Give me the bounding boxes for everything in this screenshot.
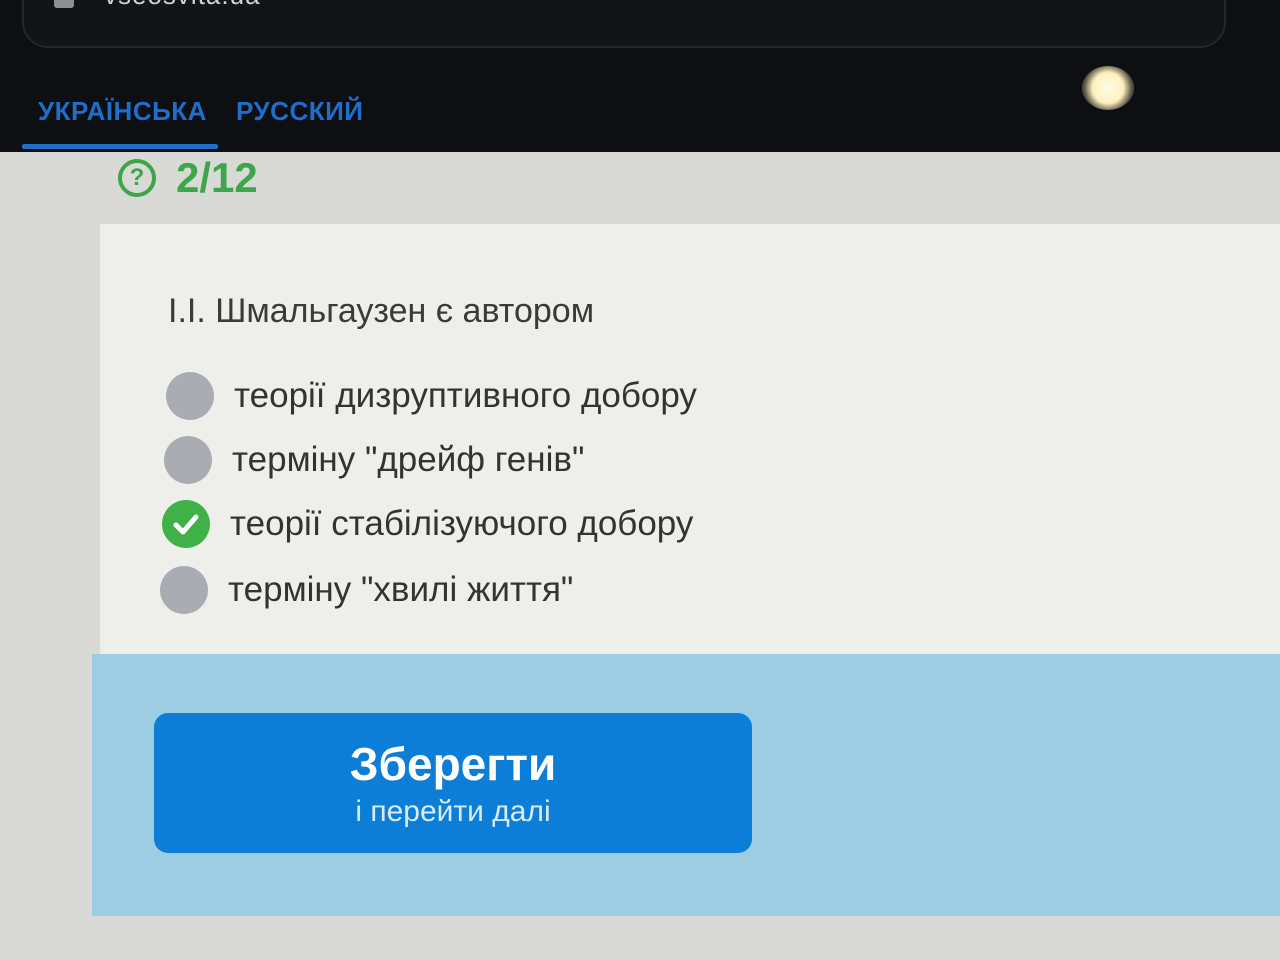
- question-text: І.І. Шмальгаузен є автором: [168, 292, 595, 330]
- tab-ukrainian[interactable]: УКРАЇНСЬКА: [38, 96, 207, 127]
- answer-option-1[interactable]: теорії дизруптивного добору: [166, 372, 697, 420]
- radio-checked-icon[interactable]: [162, 500, 210, 548]
- browser-top-bar: vseosvita.ua УКРАЇНСЬКА РУССКИЙ: [0, 0, 1280, 152]
- answer-option-label: теорії дизруптивного добору: [234, 376, 697, 415]
- answer-option-label: терміну "дрейф генів": [232, 440, 585, 479]
- site-favicon-icon: [54, 0, 74, 8]
- checkmark-icon: [173, 514, 199, 535]
- radio-unchecked-icon[interactable]: [160, 566, 208, 614]
- tab-russian[interactable]: РУССКИЙ: [236, 96, 363, 127]
- save-button-subtitle: і перейти далі: [355, 795, 551, 828]
- answer-option-2[interactable]: терміну "дрейф генів": [164, 436, 584, 484]
- answer-option-4[interactable]: терміну "хвилі життя": [160, 566, 573, 614]
- save-and-next-button[interactable]: Зберегти і перейти далі: [154, 713, 752, 853]
- answer-option-label: терміну "хвилі життя": [228, 570, 574, 609]
- save-button-title: Зберегти: [349, 738, 557, 790]
- question-circle-icon: ?: [118, 159, 156, 197]
- radio-unchecked-icon[interactable]: [166, 372, 214, 420]
- question-progress: ? 2/12: [118, 154, 258, 202]
- answer-option-3[interactable]: теорії стабілізуючого добору: [162, 500, 693, 548]
- question-counter: 2/12: [176, 154, 258, 201]
- screen-glare: [1082, 66, 1134, 110]
- radio-unchecked-icon[interactable]: [164, 436, 212, 484]
- answer-option-label: теорії стабілізуючого добору: [230, 504, 694, 543]
- active-tab-indicator: [22, 144, 218, 149]
- address-bar-url[interactable]: vseosvita.ua: [104, 0, 261, 11]
